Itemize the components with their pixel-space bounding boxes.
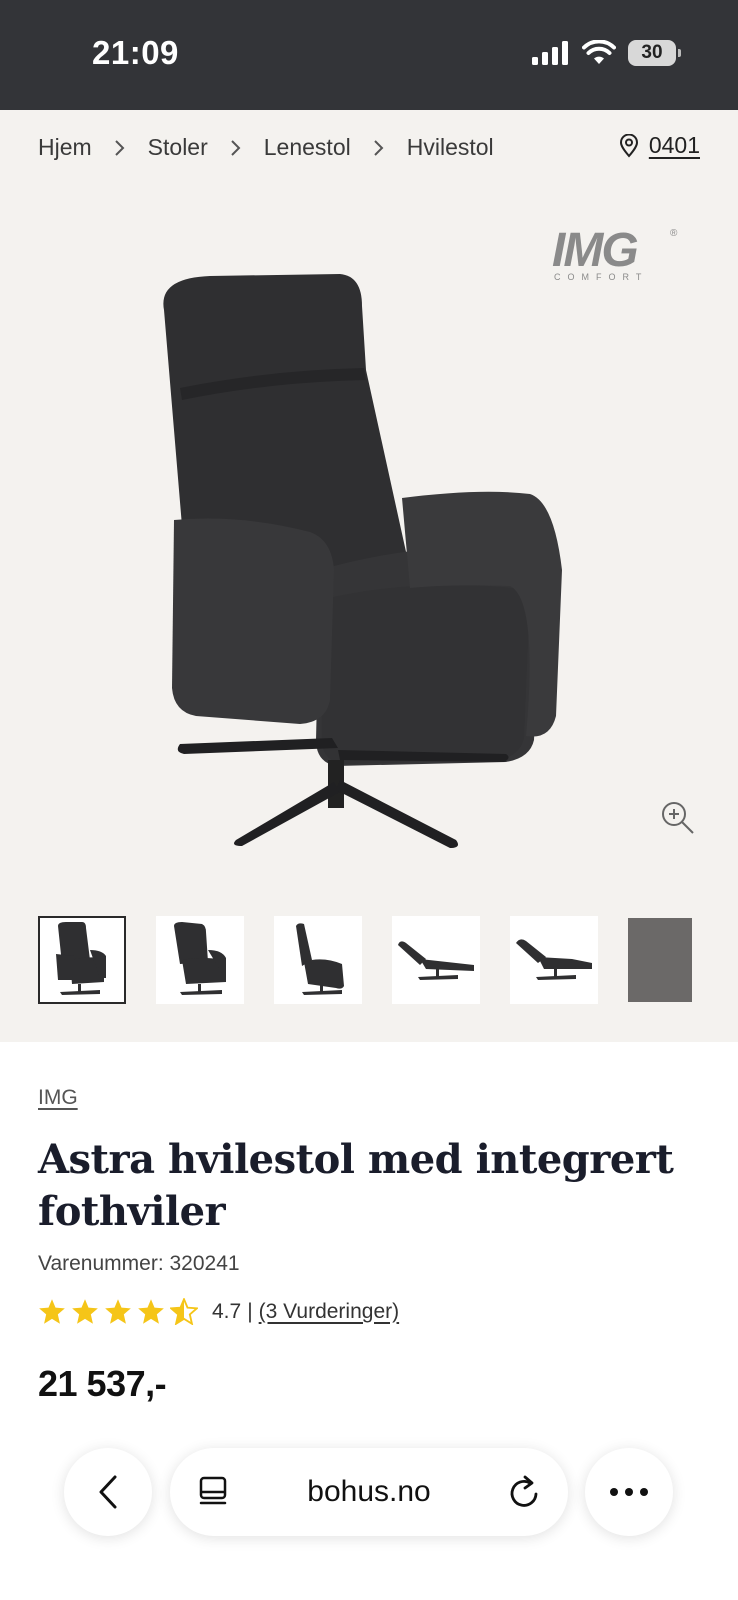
- thumbnail-chair-reclined-image: [398, 941, 474, 980]
- address-bar[interactable]: bohus.no: [170, 1448, 568, 1536]
- star-full-icon: [39, 1299, 65, 1324]
- product-info: IMG Astra hvilestol med integrert fothvi…: [38, 1086, 698, 1405]
- product-main-image[interactable]: [150, 270, 590, 920]
- thumbnail-strip: [38, 916, 692, 1004]
- thumbnail-4[interactable]: [392, 916, 480, 1004]
- thumbnail-fabric-swatch[interactable]: [628, 918, 692, 1002]
- thumbnail-1[interactable]: [38, 916, 126, 1004]
- breadcrumb: Hjem Stoler Lenestol Hvilestol: [38, 134, 494, 161]
- chevron-right-icon: [374, 139, 384, 156]
- thumbnail-2[interactable]: [156, 916, 244, 1004]
- status-icons: 30: [532, 40, 681, 66]
- location-pin-icon: [619, 133, 638, 158]
- browser-toolbar: bohus.no: [0, 1420, 738, 1600]
- reviews-link[interactable]: (3 Vurderinger): [259, 1300, 399, 1324]
- breadcrumb-item-stoler[interactable]: Stoler: [148, 134, 208, 161]
- battery-indicator: 30: [628, 40, 681, 66]
- thumbnail-chair-angle-image: [174, 922, 226, 995]
- star-full-icon: [138, 1299, 164, 1324]
- rating-row: 4.7 | (3 Vurderinger): [38, 1298, 698, 1325]
- rating-separator: |: [247, 1299, 253, 1323]
- chevron-right-icon: [114, 139, 125, 156]
- signal-icon: [532, 41, 568, 65]
- thumbnail-5[interactable]: [510, 916, 598, 1004]
- status-time: 21:09: [92, 34, 179, 71]
- thumbnail-chair-front-image: [56, 922, 106, 995]
- rating-stars: [38, 1298, 198, 1325]
- breadcrumb-item-hjem[interactable]: Hjem: [38, 134, 92, 161]
- breadcrumb-item-lenestol[interactable]: Lenestol: [264, 134, 351, 161]
- star-full-icon: [72, 1299, 98, 1324]
- ellipsis-icon: [610, 1488, 648, 1496]
- product-gallery: Hjem Stoler Lenestol Hvilestol 0401 IMG …: [0, 110, 738, 1042]
- wifi-icon: [582, 40, 616, 64]
- product-price: 21 537,-: [38, 1363, 167, 1404]
- product-title: Astra hvilestol med integrert fothviler: [38, 1136, 674, 1235]
- postal-code-selector[interactable]: 0401: [619, 132, 700, 159]
- chevron-left-icon: [99, 1475, 117, 1509]
- zoom-in-icon[interactable]: [660, 800, 696, 836]
- svg-text:®: ®: [670, 228, 678, 239]
- postal-code: 0401: [648, 132, 700, 158]
- chevron-right-icon: [231, 139, 241, 156]
- product-sku: Varenummer: 320241: [38, 1252, 240, 1275]
- status-bar: 21:09 30: [0, 0, 738, 110]
- more-button[interactable]: [585, 1448, 673, 1536]
- back-button[interactable]: [64, 1448, 152, 1536]
- breadcrumb-item-hvilestol[interactable]: Hvilestol: [407, 134, 494, 161]
- reload-icon[interactable]: [508, 1474, 542, 1510]
- star-half-icon: [170, 1298, 198, 1325]
- thumbnail-chair-side-image: [296, 923, 344, 995]
- star-full-icon: [105, 1299, 131, 1324]
- brand-link[interactable]: IMG: [38, 1086, 698, 1110]
- thumbnail-3[interactable]: [274, 916, 362, 1004]
- rating-value: 4.7: [212, 1299, 242, 1323]
- thumbnail-chair-reclined-angle-image: [516, 939, 592, 980]
